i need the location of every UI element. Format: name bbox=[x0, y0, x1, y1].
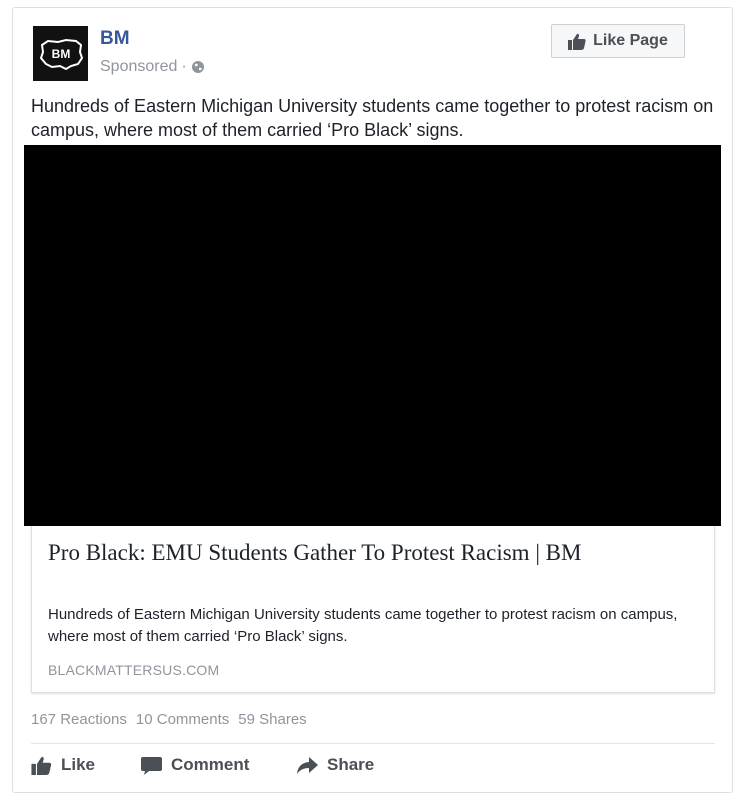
meta-separator: · bbox=[181, 58, 187, 75]
comment-label: Comment bbox=[171, 755, 250, 774]
page-name-link[interactable]: BM bbox=[100, 28, 130, 50]
engagement-stats: 167 Reactions 10 Comments 59 Shares bbox=[31, 711, 307, 728]
thumbs-up-icon bbox=[568, 33, 586, 50]
share-label: Share bbox=[327, 755, 375, 774]
link-title[interactable]: Pro Black: EMU Students Gather To Protes… bbox=[48, 538, 688, 567]
share-button[interactable]: Share bbox=[297, 755, 374, 775]
comment-button[interactable]: Comment bbox=[141, 755, 249, 775]
link-preview[interactable]: Pro Black: EMU Students Gather To Protes… bbox=[31, 526, 715, 693]
page-avatar[interactable]: BM bbox=[33, 26, 88, 81]
like-button[interactable]: Like bbox=[31, 755, 95, 775]
shares-count[interactable]: 59 Shares bbox=[238, 711, 306, 728]
link-description: Hundreds of Eastern Michigan University … bbox=[48, 606, 678, 645]
sponsored-post-card: BM BM Sponsored · Like Page Hundreds of … bbox=[12, 7, 733, 793]
post-meta: Sponsored · bbox=[100, 58, 205, 76]
sponsored-label[interactable]: Sponsored bbox=[100, 58, 177, 76]
like-page-button[interactable]: Like Page bbox=[551, 24, 685, 58]
comments-count[interactable]: 10 Comments bbox=[136, 711, 229, 728]
thumbs-up-icon bbox=[31, 756, 52, 775]
like-label: Like bbox=[61, 755, 96, 774]
action-divider bbox=[31, 743, 715, 744]
post-image[interactable] bbox=[24, 145, 721, 526]
bm-logo: BM bbox=[39, 38, 83, 70]
link-domain: BLACKMATTERSUS.COM bbox=[48, 662, 220, 678]
globe-icon[interactable] bbox=[191, 60, 205, 74]
post-text: Hundreds of Eastern Michigan University … bbox=[31, 96, 714, 140]
like-page-label: Like Page bbox=[593, 32, 668, 49]
avatar-text: BM bbox=[51, 47, 70, 61]
share-arrow-icon bbox=[297, 756, 318, 774]
reactions-count[interactable]: 167 Reactions bbox=[31, 711, 127, 728]
comment-icon bbox=[141, 756, 162, 775]
